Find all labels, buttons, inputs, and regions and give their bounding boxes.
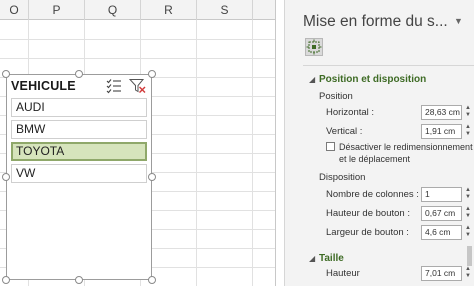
horizontal-label: Horizontal :: [326, 107, 375, 118]
button-width-spinner[interactable]: ▲ ▼: [464, 225, 472, 240]
section-position-title[interactable]: Position et disposition: [319, 74, 426, 85]
button-height-input[interactable]: 0,67 cm: [421, 206, 462, 221]
grid-line: [0, 39, 276, 40]
slicer-item-bmw[interactable]: BMW: [11, 120, 147, 139]
columns-count-label: Nombre de colonnes :: [326, 189, 419, 200]
resize-handle-top-right[interactable]: [148, 70, 156, 78]
height-input[interactable]: 7,01 cm: [421, 266, 462, 281]
slicer-item-vw[interactable]: VW: [11, 164, 147, 183]
checkbox-label-line2: et le déplacement: [339, 154, 411, 164]
horizontal-input[interactable]: 28,63 cm: [421, 105, 462, 120]
resize-handle-left[interactable]: [2, 173, 10, 181]
spreadsheet-grid[interactable]: O P Q R S VEHICULE AUDI BMW TOYOTA VW: [0, 0, 276, 286]
resize-handle-top-left[interactable]: [2, 70, 10, 78]
vertical-input[interactable]: 1,91 cm: [421, 124, 462, 139]
column-header-o[interactable]: O: [0, 0, 29, 20]
button-height-label: Hauteur de bouton :: [326, 208, 410, 219]
pane-options-dropdown[interactable]: ▼: [454, 16, 463, 26]
checkbox-label-line1: Désactiver le redimensionnement: [339, 142, 473, 152]
group-position-label: Position: [319, 91, 353, 102]
columns-count-spinner[interactable]: ▲ ▼: [464, 187, 472, 202]
slicer-item-audi[interactable]: AUDI: [11, 98, 147, 117]
pane-scrollbar[interactable]: [467, 246, 472, 266]
resize-handle-bottom-right[interactable]: [148, 276, 156, 284]
button-width-input[interactable]: 4,6 cm: [421, 225, 462, 240]
pane-divider: [303, 65, 474, 66]
multi-select-icon[interactable]: [105, 78, 123, 94]
pane-title: Mise en forme du s...: [303, 13, 448, 30]
column-header-q[interactable]: Q: [85, 0, 141, 20]
resize-handle-top[interactable]: [75, 70, 83, 78]
group-layout-label: Disposition: [319, 172, 366, 183]
resize-handle-bottom[interactable]: [75, 276, 83, 284]
slicer[interactable]: VEHICULE AUDI BMW TOYOTA VW: [6, 74, 152, 280]
height-label: Hauteur: [326, 268, 360, 279]
section-size-title[interactable]: Taille: [319, 253, 344, 264]
format-slicer-pane: Mise en forme du s... ▼ ◢ Position et di…: [284, 0, 474, 286]
vertical-label: Vertical :: [326, 126, 363, 137]
horizontal-spinner[interactable]: ▲ ▼: [464, 105, 472, 120]
column-header-partial[interactable]: [253, 0, 276, 20]
slicer-title: VEHICULE: [11, 79, 76, 93]
collapse-arrow-icon[interactable]: ◢: [309, 75, 315, 84]
grid-line: [0, 58, 276, 59]
column-header-s[interactable]: S: [197, 0, 253, 20]
size-properties-icon[interactable]: [305, 38, 323, 56]
resize-handle-bottom-left[interactable]: [2, 276, 10, 284]
pane-border: [284, 0, 285, 286]
resize-handle-right[interactable]: [148, 173, 156, 181]
column-header-r[interactable]: R: [141, 0, 197, 20]
vertical-spinner[interactable]: ▲ ▼: [464, 124, 472, 139]
button-width-label: Largeur de bouton :: [326, 227, 409, 238]
button-height-spinner[interactable]: ▲ ▼: [464, 206, 472, 221]
column-header-p[interactable]: P: [29, 0, 85, 20]
column-headers: O P Q R S: [0, 0, 276, 20]
disable-resize-move-checkbox[interactable]: [326, 142, 335, 151]
slicer-item-toyota[interactable]: TOYOTA: [11, 142, 147, 161]
height-spinner[interactable]: ▲ ▼: [464, 266, 472, 281]
collapse-arrow-icon[interactable]: ◢: [309, 254, 315, 263]
clear-filter-icon[interactable]: [128, 78, 147, 94]
columns-count-input[interactable]: 1: [421, 187, 462, 202]
sheet-edge: [275, 0, 276, 286]
